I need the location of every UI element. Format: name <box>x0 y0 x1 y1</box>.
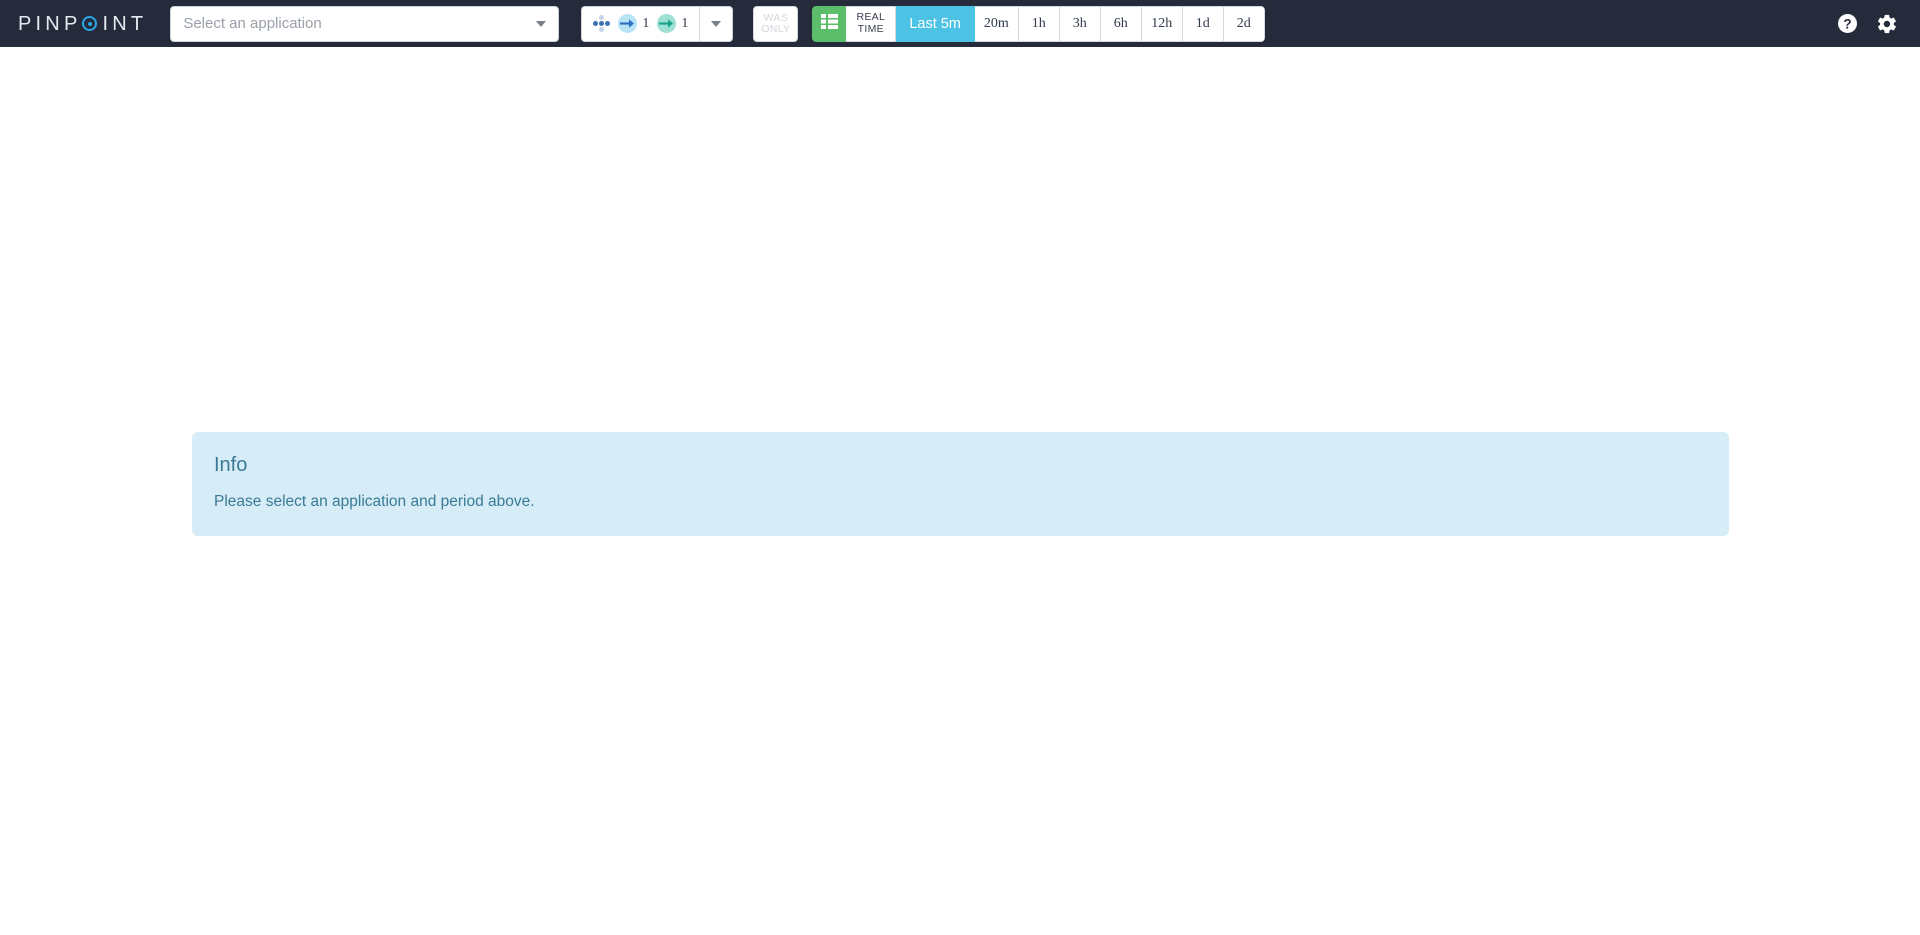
transaction-filter-toggle[interactable] <box>699 5 734 42</box>
period-button-2d[interactable]: 2d <box>1223 5 1265 42</box>
outbound-transaction-stat: 1 <box>657 14 688 33</box>
application-select-placeholder: Select an application <box>183 15 322 32</box>
chevron-down-icon <box>536 20 547 27</box>
info-alert-title: Info <box>214 454 248 476</box>
logo-text-suffix: INT <box>102 12 148 35</box>
pinpoint-logo[interactable]: PINP INT <box>0 14 167 34</box>
realtime-line2: TIME <box>857 22 884 35</box>
info-alert: Info Please select an application and pe… <box>192 432 1729 537</box>
realtime-line1: REAL <box>856 11 886 23</box>
was-only-line2: ONLY <box>761 22 791 35</box>
logo-text-prefix: PINP <box>18 12 82 35</box>
was-only-line1: WAS <box>763 11 789 24</box>
chevron-down-icon <box>711 20 722 27</box>
info-alert-message: Please select an application and period … <box>214 493 535 510</box>
gear-icon[interactable] <box>1876 13 1898 35</box>
outbound-transaction-count: 1 <box>681 15 689 31</box>
transaction-filter-group: 1 1 <box>581 5 734 42</box>
period-button-12h[interactable]: 12h <box>1141 5 1183 42</box>
period-button-20m[interactable]: 20m <box>974 5 1019 42</box>
list-grid-view-button[interactable] <box>812 5 847 42</box>
outbound-transaction-arrow-icon <box>657 14 677 33</box>
application-select[interactable]: Select an application <box>170 5 560 42</box>
logo-text: PINP INT <box>18 14 147 34</box>
period-button-group: REAL TIME Last 5m 20m 1h 3h 6h 12h 1d 2d <box>812 5 1265 42</box>
period-button-3h[interactable]: 3h <box>1059 5 1101 42</box>
top-navigation-bar: PINP INT Select an application 1 1 WAS O… <box>0 0 1920 47</box>
target-circle-icon <box>82 16 98 31</box>
help-icon[interactable]: ? <box>1837 13 1858 34</box>
dot-cluster-icon <box>593 15 611 32</box>
navbar-actions: ? <box>1837 13 1902 35</box>
main-content: Info Please select an application and pe… <box>0 47 1920 935</box>
was-only-button[interactable]: WAS ONLY <box>753 5 799 42</box>
period-button-last-5m[interactable]: Last 5m <box>896 5 975 42</box>
inbound-transaction-stat: 1 <box>618 14 649 33</box>
svg-text:?: ? <box>1843 16 1851 31</box>
period-button-1h[interactable]: 1h <box>1018 5 1060 42</box>
realtime-button[interactable]: REAL TIME <box>846 5 897 42</box>
period-button-6h[interactable]: 6h <box>1100 5 1142 42</box>
inbound-transaction-arrow-icon <box>618 14 638 33</box>
list-grid-icon <box>820 13 838 34</box>
transaction-filter-summary[interactable]: 1 1 <box>581 5 700 42</box>
period-button-1d[interactable]: 1d <box>1182 5 1224 42</box>
inbound-transaction-count: 1 <box>642 15 650 31</box>
